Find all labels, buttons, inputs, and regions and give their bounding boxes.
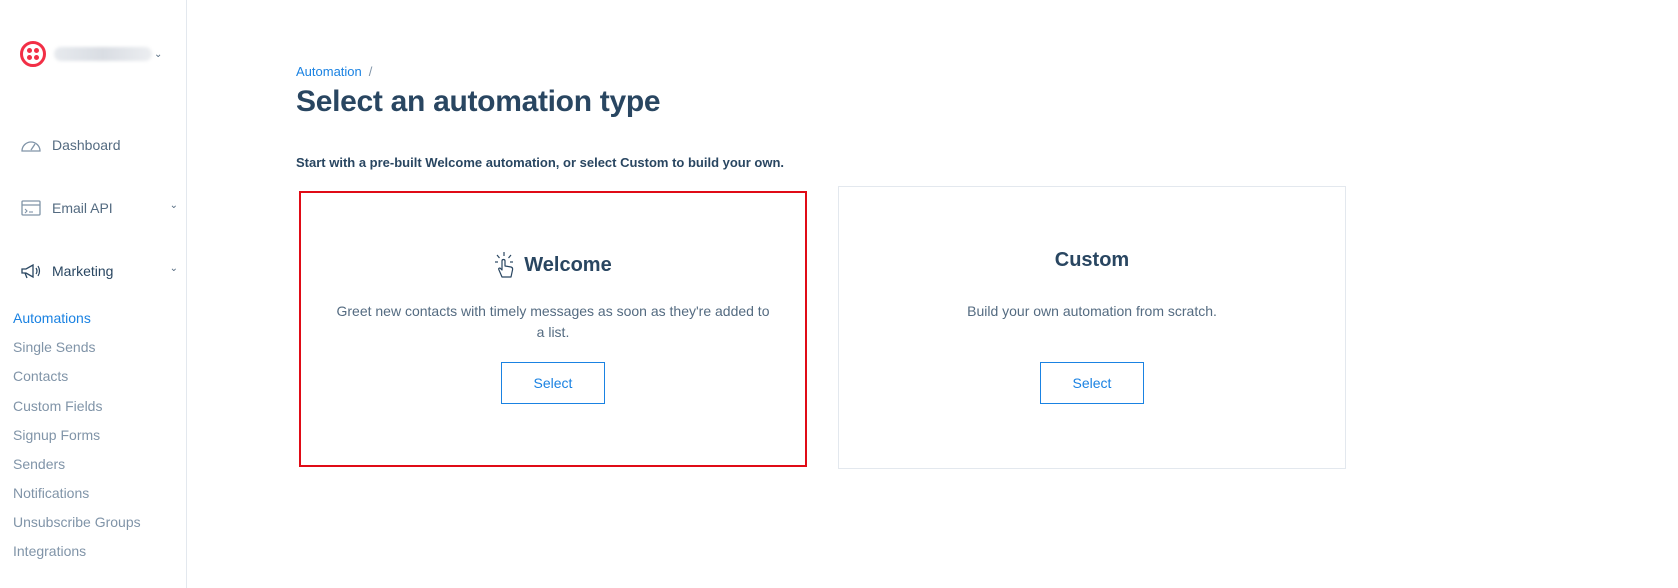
sidebar-subitem-senders[interactable]: Senders xyxy=(13,456,65,472)
sidebar-subitem-unsubscribe-groups[interactable]: Unsubscribe Groups xyxy=(13,514,141,530)
megaphone-icon xyxy=(20,262,42,280)
account-switcher[interactable]: ⌄ xyxy=(20,40,162,68)
select-welcome-button[interactable]: Select xyxy=(501,362,605,404)
breadcrumb-link-automation[interactable]: Automation xyxy=(296,64,362,79)
account-name-blurred xyxy=(54,47,152,61)
sidebar-subitem-single-sends[interactable]: Single Sends xyxy=(13,339,96,355)
page-title: Select an automation type xyxy=(296,85,661,118)
chevron-down-icon: ⌄ xyxy=(154,48,163,60)
page-intro: Start with a pre-built Welcome automatio… xyxy=(296,155,785,170)
card-description: Greet new contacts with timely messages … xyxy=(336,303,770,340)
sidebar-subitem-integrations[interactable]: Integrations xyxy=(13,543,86,559)
chevron-down-icon: ⌄ xyxy=(169,200,178,211)
tap-hand-icon xyxy=(495,252,514,278)
sidebar-subitem-automations[interactable]: Automations xyxy=(13,310,91,326)
card-title-row: Welcome xyxy=(301,251,805,279)
sidebar-item-label: Marketing xyxy=(52,263,114,279)
sidebar-item-label: Dashboard xyxy=(52,137,121,153)
twilio-logo-icon xyxy=(20,41,46,67)
terminal-window-icon xyxy=(20,199,42,217)
card-title-row: Custom xyxy=(839,249,1345,272)
sidebar-item-marketing[interactable]: Marketing ⌄ xyxy=(20,259,178,283)
sidebar-subitem-contacts[interactable]: Contacts xyxy=(13,368,68,384)
chevron-down-icon: ⌄ xyxy=(169,263,178,274)
breadcrumb: Automation / xyxy=(296,64,372,79)
sidebar-subitem-custom-fields[interactable]: Custom Fields xyxy=(13,398,102,414)
sidebar-item-dashboard[interactable]: Dashboard xyxy=(20,133,178,157)
sidebar: ⌄ Dashboard Email API ⌄ Marketing ⌄ Auto… xyxy=(0,0,187,588)
card-description: Build your own automation from scratch. xyxy=(967,303,1217,319)
gauge-icon xyxy=(20,136,42,154)
select-custom-button[interactable]: Select xyxy=(1040,362,1144,404)
sidebar-subitem-notifications[interactable]: Notifications xyxy=(13,485,89,501)
welcome-automation-card[interactable]: Welcome Greet new contacts with timely m… xyxy=(299,191,807,467)
custom-automation-card[interactable]: Custom Build your own automation from sc… xyxy=(838,186,1346,469)
sidebar-item-label: Email API xyxy=(52,200,113,216)
card-title: Welcome xyxy=(524,253,612,276)
breadcrumb-separator: / xyxy=(368,64,373,79)
sidebar-subitem-signup-forms[interactable]: Signup Forms xyxy=(13,427,100,443)
card-title: Custom xyxy=(1054,249,1130,271)
sidebar-item-email-api[interactable]: Email API ⌄ xyxy=(20,196,178,220)
